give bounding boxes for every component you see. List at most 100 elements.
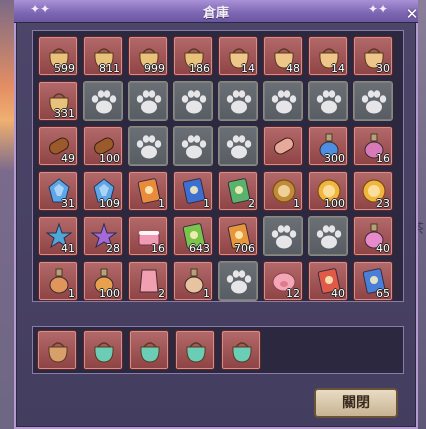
item-quantity: 23 bbox=[376, 197, 390, 210]
item-quantity: 30 bbox=[376, 62, 390, 75]
item-quantity: 1 bbox=[68, 287, 75, 300]
storage-slot-item[interactable]: 48 bbox=[263, 36, 303, 76]
item-quantity: 40 bbox=[331, 287, 345, 300]
storage-slot-item[interactable]: 186 bbox=[173, 36, 213, 76]
item-quantity: 28 bbox=[106, 242, 120, 255]
equipment-slot[interactable] bbox=[221, 330, 261, 370]
item-quantity: 331 bbox=[54, 107, 75, 120]
storage-slot-item[interactable]: 16 bbox=[128, 216, 168, 256]
storage-slot-empty[interactable] bbox=[83, 81, 123, 121]
backpack-icon bbox=[48, 342, 68, 363]
storage-slot-item[interactable]: 23 bbox=[353, 171, 393, 211]
item-quantity: 2 bbox=[248, 197, 255, 210]
paw-icon bbox=[271, 225, 297, 249]
item-quantity: 49 bbox=[61, 152, 75, 165]
storage-slot-item[interactable]: 40 bbox=[308, 261, 348, 301]
teal-bundle-icon bbox=[94, 342, 114, 363]
equipment-slot[interactable] bbox=[37, 330, 77, 370]
storage-slot-item[interactable]: 49 bbox=[38, 126, 78, 166]
item-quantity: 1 bbox=[293, 197, 300, 210]
paw-icon bbox=[136, 90, 162, 114]
storage-slot-item[interactable]: 31 bbox=[38, 171, 78, 211]
item-quantity: 40 bbox=[376, 242, 390, 255]
window-title: 倉庫 bbox=[202, 6, 229, 21]
teal-bundle-icon bbox=[186, 342, 206, 363]
paw-icon bbox=[181, 135, 207, 159]
item-quantity: 48 bbox=[286, 62, 300, 75]
item-quantity: 1 bbox=[203, 287, 210, 300]
storage-slot-empty[interactable] bbox=[263, 216, 303, 256]
storage-slot-item[interactable]: 2 bbox=[218, 171, 258, 211]
storage-grid: 599 811 999 186 14 48 14 30 331 49 100 300 16 31 109 1 1… bbox=[38, 36, 393, 301]
storage-slot-empty[interactable] bbox=[218, 261, 258, 301]
storage-slot-empty[interactable] bbox=[173, 81, 213, 121]
storage-slot-item[interactable]: 100 bbox=[83, 261, 123, 301]
item-quantity: 65 bbox=[376, 287, 390, 300]
storage-slot-item[interactable]: 40 bbox=[353, 216, 393, 256]
item-quantity: 109 bbox=[99, 197, 120, 210]
storage-slot-item[interactable]: 811 bbox=[83, 36, 123, 76]
storage-slot-item[interactable]: 16 bbox=[353, 126, 393, 166]
paw-icon bbox=[226, 270, 252, 294]
paw-icon bbox=[136, 135, 162, 159]
paw-icon bbox=[316, 90, 342, 114]
teal-bundle-icon bbox=[140, 342, 160, 363]
storage-slot-item[interactable]: 30 bbox=[353, 36, 393, 76]
sparkle-icon-right: ✦✦ bbox=[368, 2, 389, 16]
storage-slot-item[interactable]: 65 bbox=[353, 261, 393, 301]
close-button[interactable]: 關閉 bbox=[314, 388, 398, 418]
item-quantity: 706 bbox=[234, 242, 255, 255]
storage-slot-item[interactable]: 1 bbox=[173, 171, 213, 211]
item-quantity: 2 bbox=[158, 287, 165, 300]
paw-icon bbox=[226, 135, 252, 159]
equipment-slot[interactable] bbox=[129, 330, 169, 370]
storage-slot-empty[interactable] bbox=[263, 81, 303, 121]
storage-slot-empty[interactable] bbox=[173, 126, 213, 166]
storage-slot-item[interactable]: 999 bbox=[128, 36, 168, 76]
storage-slot-empty[interactable] bbox=[128, 126, 168, 166]
paw-icon bbox=[226, 90, 252, 114]
storage-slot-item[interactable]: 28 bbox=[83, 216, 123, 256]
paw-icon bbox=[181, 90, 207, 114]
storage-slot-item[interactable]: 643 bbox=[173, 216, 213, 256]
item-quantity: 1 bbox=[158, 197, 165, 210]
storage-slot-item[interactable]: 100 bbox=[83, 126, 123, 166]
storage-slot-empty[interactable] bbox=[308, 216, 348, 256]
item-quantity: 12 bbox=[286, 287, 300, 300]
storage-slot-item[interactable]: 1 bbox=[128, 171, 168, 211]
paw-icon bbox=[361, 90, 387, 114]
item-quantity: 41 bbox=[61, 242, 75, 255]
storage-slot-item[interactable]: 41 bbox=[38, 216, 78, 256]
item-quantity: 186 bbox=[189, 62, 210, 75]
storage-slot-item[interactable] bbox=[263, 126, 303, 166]
storage-slot-item[interactable]: 1 bbox=[173, 261, 213, 301]
storage-slot-empty[interactable] bbox=[308, 81, 348, 121]
storage-slot-empty[interactable] bbox=[218, 126, 258, 166]
item-quantity: 31 bbox=[61, 197, 75, 210]
storage-slot-item[interactable]: 1 bbox=[263, 171, 303, 211]
storage-slot-item[interactable]: 109 bbox=[83, 171, 123, 211]
item-quantity: 643 bbox=[189, 242, 210, 255]
storage-slot-item[interactable]: 1 bbox=[38, 261, 78, 301]
item-quantity: 16 bbox=[376, 152, 390, 165]
item-quantity: 811 bbox=[99, 62, 120, 75]
paw-icon bbox=[316, 225, 342, 249]
storage-slot-empty[interactable] bbox=[128, 81, 168, 121]
equipment-slot[interactable] bbox=[175, 330, 215, 370]
storage-slot-empty[interactable] bbox=[353, 81, 393, 121]
storage-slot-item[interactable]: 100 bbox=[308, 171, 348, 211]
storage-slot-item[interactable]: 14 bbox=[308, 36, 348, 76]
item-quantity: 599 bbox=[54, 62, 75, 75]
paw-icon bbox=[271, 90, 297, 114]
storage-slot-item[interactable]: 12 bbox=[263, 261, 303, 301]
storage-slot-item[interactable]: 300 bbox=[308, 126, 348, 166]
storage-slot-item[interactable]: 599 bbox=[38, 36, 78, 76]
storage-slot-item[interactable]: 706 bbox=[218, 216, 258, 256]
equipment-slot[interactable] bbox=[83, 330, 123, 370]
storage-slot-item[interactable]: 2 bbox=[128, 261, 168, 301]
close-icon[interactable]: ✕ bbox=[404, 6, 420, 22]
storage-slot-item[interactable]: 14 bbox=[218, 36, 258, 76]
item-quantity: 14 bbox=[241, 62, 255, 75]
storage-slot-empty[interactable] bbox=[218, 81, 258, 121]
storage-slot-item[interactable]: 331 bbox=[38, 81, 78, 121]
